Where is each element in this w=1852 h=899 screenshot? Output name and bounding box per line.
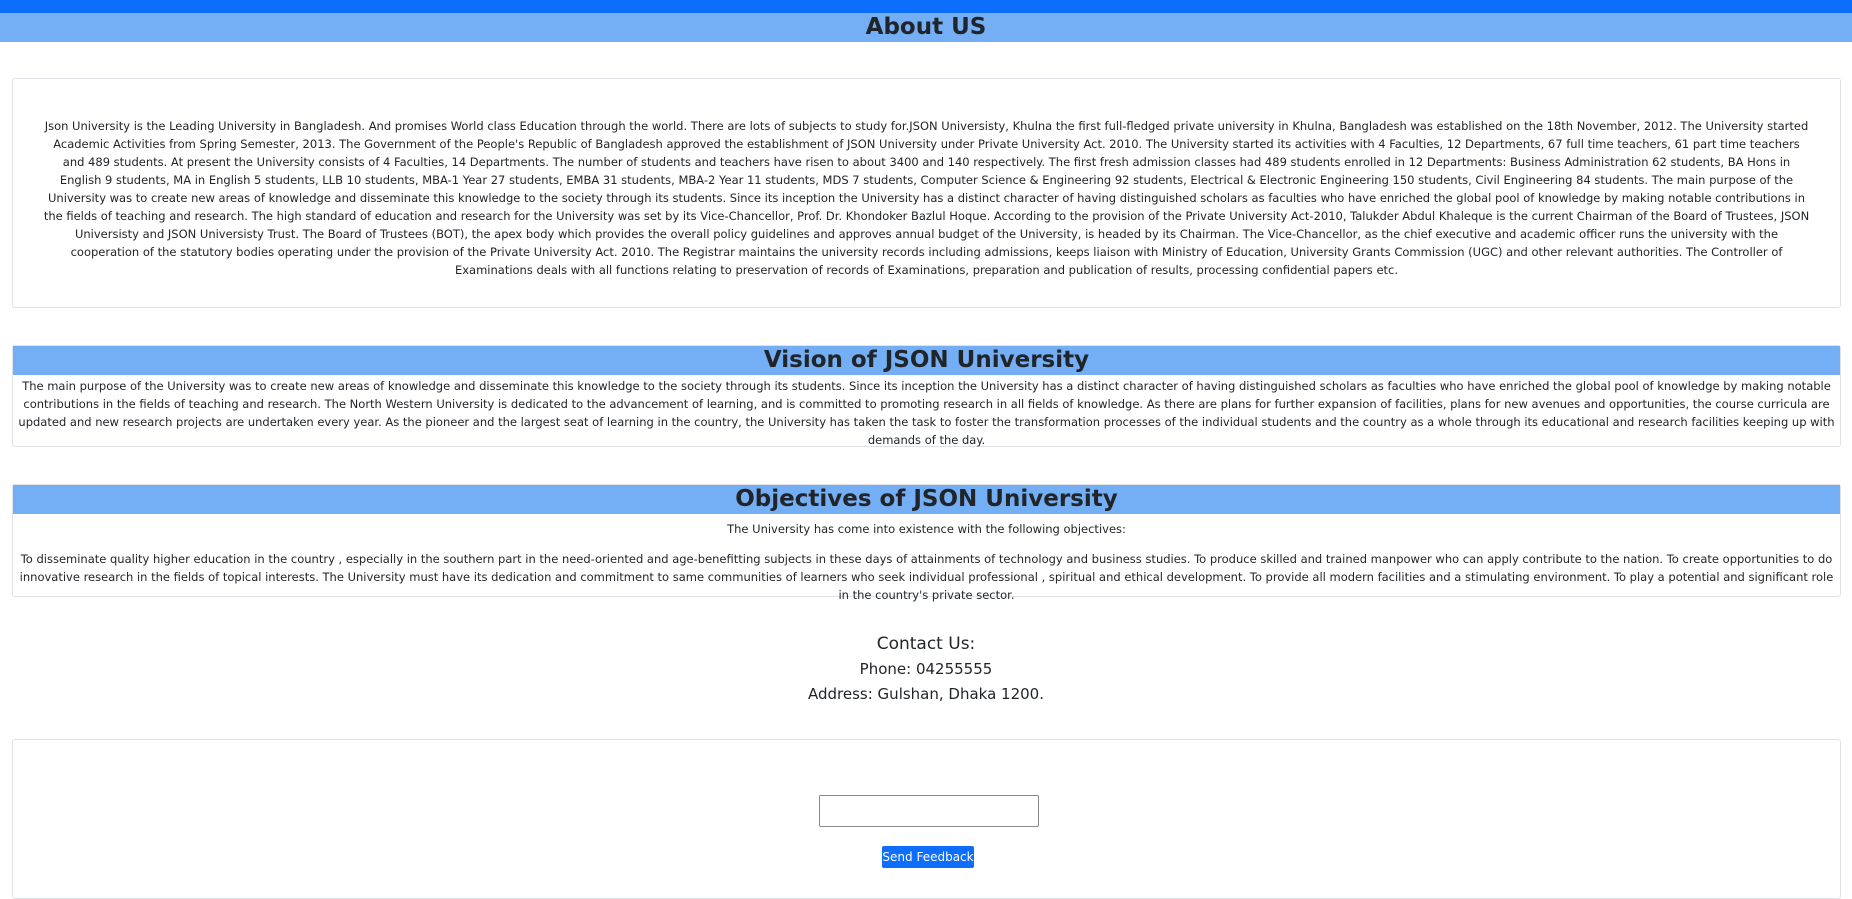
objectives-text: To disseminate quality higher education … [19,552,1834,602]
vision-text: The main purpose of the University was t… [18,379,1835,447]
about-us-heading: About US [0,13,1852,42]
objectives-heading: Objectives of JSON University [13,485,1840,514]
top-bar [0,0,1852,13]
vision-heading: Vision of JSON University [13,346,1840,375]
vision-card: Vision of JSON University The main purpo… [12,345,1841,447]
objectives-intro: The University has come into existence w… [727,522,1126,536]
about-card: Json University is the Leading Universit… [12,78,1841,308]
send-feedback-button[interactable]: Send Feedback [882,846,974,868]
contact-phone: Phone: 04255555 [859,660,993,678]
contact-title: Contact Us: [876,634,976,654]
objectives-card: Objectives of JSON University The Univer… [12,484,1841,602]
contact-section: Contact Us: Phone: 04255555 Address: Gul… [0,631,1852,707]
feedback-input[interactable] [819,795,1039,827]
feedback-card: Send Feedback [12,739,1841,899]
contact-address: Address: Gulshan, Dhaka 1200. [808,685,1044,703]
about-text: Json University is the Leading Universit… [43,119,1810,277]
